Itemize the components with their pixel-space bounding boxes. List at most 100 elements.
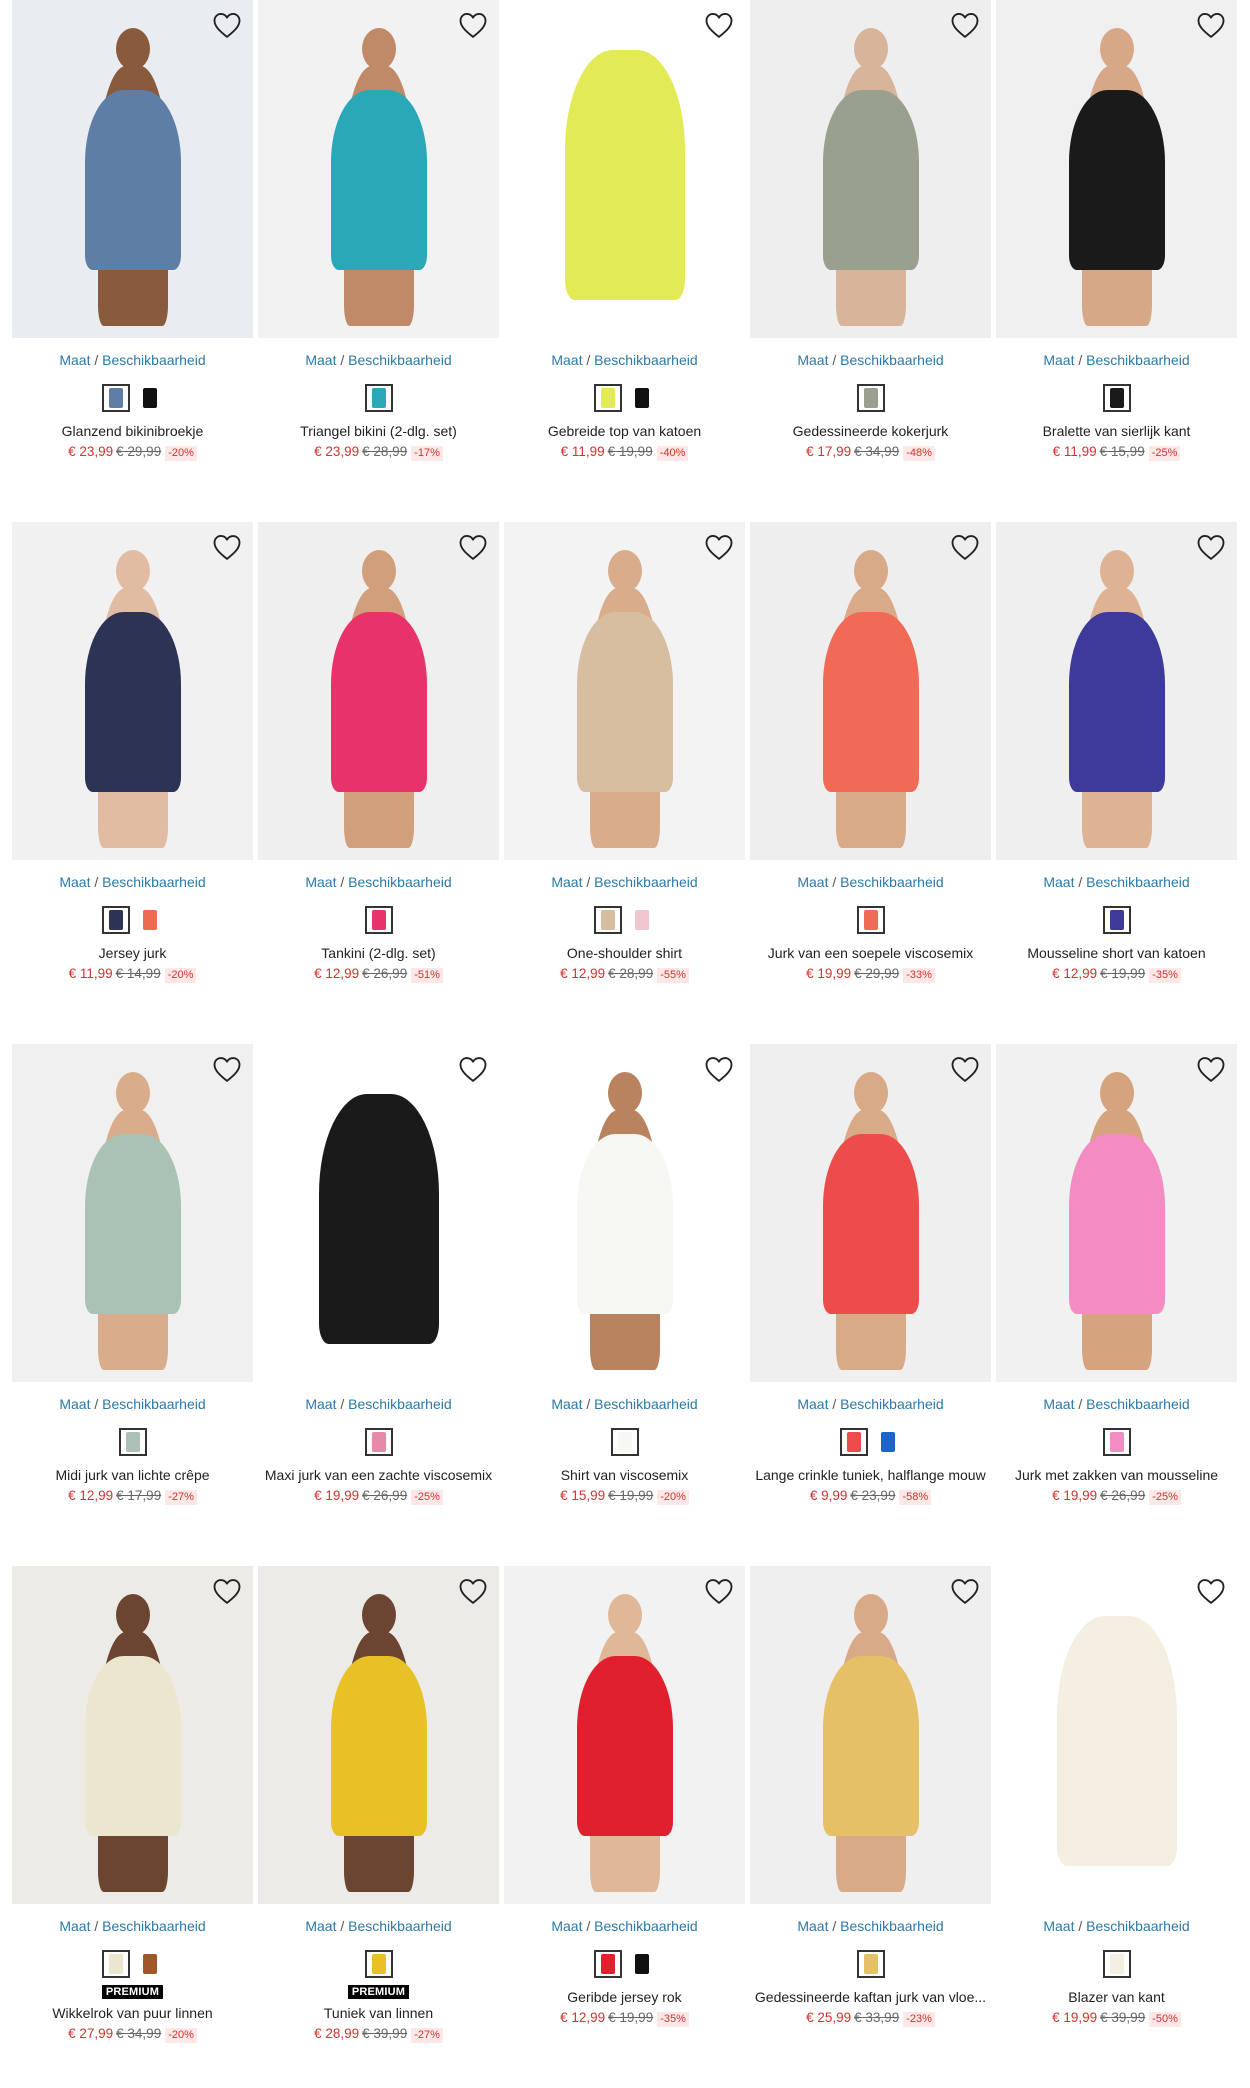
product-title[interactable]: Tankini (2-dlg. set)	[258, 944, 499, 962]
product-title[interactable]: Jurk met zakken van mousseline	[996, 1466, 1237, 1484]
size-availability-link[interactable]: Maat / Beschikbaarheid	[750, 873, 991, 891]
color-swatch[interactable]	[101, 1950, 130, 1978]
size-availability-link[interactable]: Maat / Beschikbaarheid	[750, 351, 991, 369]
product-card[interactable]: Maat / Beschikbaarheid PREMIUM Wikkelrok v…	[12, 1566, 253, 2088]
size-availability-link[interactable]: Maat / Beschikbaarheid	[504, 873, 745, 891]
product-card[interactable]: Maat / Beschikbaarheid Jurk van een soepe…	[750, 522, 991, 1044]
heart-outline-icon[interactable]	[949, 10, 981, 40]
color-swatch[interactable]	[856, 1950, 885, 1978]
product-title[interactable]: Glanzend bikinibroekje	[12, 422, 253, 440]
product-image[interactable]	[504, 0, 745, 338]
product-card[interactable]: Maat / Beschikbaarheid Maxi jurk van een …	[258, 1044, 499, 1566]
color-swatch[interactable]	[135, 1950, 164, 1978]
product-card[interactable]: Maat / Beschikbaarheid Mousseline short v…	[996, 522, 1237, 1044]
product-title[interactable]: Gedessineerde kaftan jurk van vloe...	[750, 1988, 991, 2006]
product-image[interactable]	[750, 0, 991, 338]
heart-outline-icon[interactable]	[703, 532, 735, 562]
color-swatch[interactable]	[1102, 906, 1131, 934]
product-card[interactable]: Maat / Beschikbaarheid Shirt van viscosem…	[504, 1044, 745, 1566]
color-swatch[interactable]	[839, 1428, 868, 1456]
size-availability-link[interactable]: Maat / Beschikbaarheid	[12, 873, 253, 891]
heart-outline-icon[interactable]	[703, 1054, 735, 1084]
color-swatch[interactable]	[856, 906, 885, 934]
size-availability-link[interactable]: Maat / Beschikbaarheid	[996, 873, 1237, 891]
size-availability-link[interactable]: Maat / Beschikbaarheid	[12, 1917, 253, 1935]
heart-outline-icon[interactable]	[949, 532, 981, 562]
product-image[interactable]	[12, 0, 253, 338]
product-card[interactable]: Maat / Beschikbaarheid Geribde jersey rok…	[504, 1566, 745, 2088]
product-card[interactable]: Maat / Beschikbaarheid Jersey jurk € 11,99…	[12, 522, 253, 1044]
size-availability-link[interactable]: Maat / Beschikbaarheid	[750, 1395, 991, 1413]
product-image[interactable]	[258, 0, 499, 338]
product-title[interactable]: One-shoulder shirt	[504, 944, 745, 962]
product-card[interactable]: Maat / Beschikbaarheid Blazer van kant € 1…	[996, 1566, 1237, 2088]
heart-outline-icon[interactable]	[949, 1054, 981, 1084]
color-swatch[interactable]	[364, 384, 393, 412]
product-title[interactable]: Jurk van een soepele viscosemix	[750, 944, 991, 962]
heart-outline-icon[interactable]	[211, 1576, 243, 1606]
product-card[interactable]: Maat / Beschikbaarheid Midi jurk van lich…	[12, 1044, 253, 1566]
heart-outline-icon[interactable]	[703, 1576, 735, 1606]
color-swatch[interactable]	[101, 906, 130, 934]
color-swatch[interactable]	[593, 906, 622, 934]
product-card[interactable]: Maat / Beschikbaarheid Glanzend bikinibro…	[12, 0, 253, 522]
product-image[interactable]	[996, 1566, 1237, 1904]
product-image[interactable]	[12, 1044, 253, 1382]
product-title[interactable]: Gebreide top van katoen	[504, 422, 745, 440]
color-swatch[interactable]	[627, 1950, 656, 1978]
color-swatch[interactable]	[1102, 1428, 1131, 1456]
product-title[interactable]: Bralette van sierlijk kant	[996, 422, 1237, 440]
product-title[interactable]: Lange crinkle tuniek, halflange mouw	[750, 1466, 991, 1484]
color-swatch[interactable]	[1102, 1950, 1131, 1978]
product-title[interactable]: Tuniek van linnen	[258, 2004, 499, 2022]
product-card[interactable]: Maat / Beschikbaarheid Jurk met zakken va…	[996, 1044, 1237, 1566]
size-availability-link[interactable]: Maat / Beschikbaarheid	[12, 351, 253, 369]
product-title[interactable]: Geribde jersey rok	[504, 1988, 745, 2006]
size-availability-link[interactable]: Maat / Beschikbaarheid	[750, 1917, 991, 1935]
size-availability-link[interactable]: Maat / Beschikbaarheid	[996, 1395, 1237, 1413]
product-card[interactable]: Maat / Beschikbaarheid One-shoulder shirt…	[504, 522, 745, 1044]
color-swatch[interactable]	[873, 1428, 902, 1456]
product-card[interactable]: Maat / Beschikbaarheid Gedessineerde koke…	[750, 0, 991, 522]
heart-outline-icon[interactable]	[1195, 1054, 1227, 1084]
product-title[interactable]: Maxi jurk van een zachte viscosemix	[258, 1466, 499, 1484]
color-swatch[interactable]	[364, 1950, 393, 1978]
product-title[interactable]: Shirt van viscosemix	[504, 1466, 745, 1484]
product-title[interactable]: Gedessineerde kokerjurk	[750, 422, 991, 440]
size-availability-link[interactable]: Maat / Beschikbaarheid	[258, 1917, 499, 1935]
product-title[interactable]: Midi jurk van lichte crêpe	[12, 1466, 253, 1484]
product-card[interactable]: Maat / Beschikbaarheid Triangel bikini (2…	[258, 0, 499, 522]
color-swatch[interactable]	[135, 906, 164, 934]
product-card[interactable]: Maat / Beschikbaarheid PREMIUM Tuniek van …	[258, 1566, 499, 2088]
size-availability-link[interactable]: Maat / Beschikbaarheid	[504, 1395, 745, 1413]
heart-outline-icon[interactable]	[211, 532, 243, 562]
color-swatch[interactable]	[627, 906, 656, 934]
size-availability-link[interactable]: Maat / Beschikbaarheid	[258, 1395, 499, 1413]
product-card[interactable]: Maat / Beschikbaarheid Gedessineerde kaft…	[750, 1566, 991, 2088]
color-swatch[interactable]	[101, 384, 130, 412]
color-swatch[interactable]	[135, 384, 164, 412]
heart-outline-icon[interactable]	[457, 532, 489, 562]
color-swatch[interactable]	[364, 906, 393, 934]
product-image[interactable]	[996, 1044, 1237, 1382]
color-swatch[interactable]	[118, 1428, 147, 1456]
size-availability-link[interactable]: Maat / Beschikbaarheid	[504, 351, 745, 369]
product-image[interactable]	[258, 1044, 499, 1382]
color-swatch[interactable]	[593, 1950, 622, 1978]
product-title[interactable]: Jersey jurk	[12, 944, 253, 962]
product-image[interactable]	[750, 522, 991, 860]
heart-outline-icon[interactable]	[1195, 1576, 1227, 1606]
product-card[interactable]: Maat / Beschikbaarheid Gebreide top van k…	[504, 0, 745, 522]
heart-outline-icon[interactable]	[211, 10, 243, 40]
color-swatch[interactable]	[364, 1428, 393, 1456]
color-swatch[interactable]	[627, 384, 656, 412]
product-card[interactable]: Maat / Beschikbaarheid Tankini (2-dlg. se…	[258, 522, 499, 1044]
color-swatch[interactable]	[593, 384, 622, 412]
product-image[interactable]	[750, 1566, 991, 1904]
product-image[interactable]	[504, 1566, 745, 1904]
size-availability-link[interactable]: Maat / Beschikbaarheid	[258, 873, 499, 891]
product-title[interactable]: Blazer van kant	[996, 1988, 1237, 2006]
product-title[interactable]: Wikkelrok van puur linnen	[12, 2004, 253, 2022]
product-card[interactable]: Maat / Beschikbaarheid Bralette van sierl…	[996, 0, 1237, 522]
product-image[interactable]	[996, 522, 1237, 860]
